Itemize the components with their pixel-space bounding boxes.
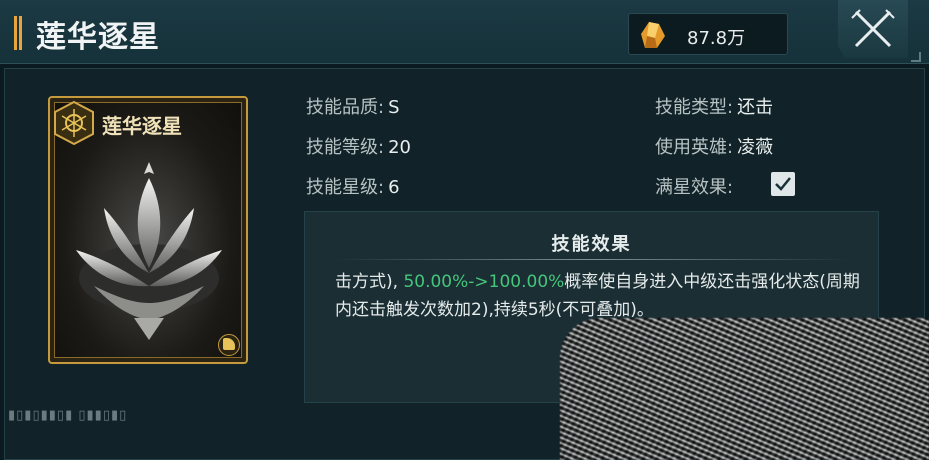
attr-type-value: 还击 [737,97,774,118]
obscured-overlay [560,318,929,460]
attr-level: 技能等级: 20 [306,133,411,159]
skill-card: 莲华逐星 [48,96,248,364]
title-bar: 莲华逐星 87.8万 [0,0,929,64]
footer-marks: ▮▯▮▯▮▮▯▮ ▯▮▮▯▮▯ [8,408,128,423]
attr-hero-value: 凌薇 [737,137,774,158]
hexagon-emblem-icon [54,100,94,146]
currency-display: 87.8万 [628,13,788,55]
attr-max-star: 满星效果: [655,173,733,199]
attr-level-value: 20 [388,137,411,158]
effect-description: 击方式), 50.00%->100.00%概率使自身进入中级还击强化状态(周期内… [335,268,860,324]
attr-quality-label: 技能品质: [306,97,385,118]
currency-amount: 87.8万 [687,28,746,49]
attr-star-value: 6 [388,177,400,198]
attr-hero-label: 使用英雄: [655,137,734,158]
crossed-swords-close-icon [851,9,895,48]
attr-star: 技能星级: 6 [306,173,400,199]
attr-level-label: 技能等级: [306,137,385,158]
title-accent-bar [14,16,22,50]
effect-text-before: 击方式), [335,272,399,292]
attr-type-label: 技能类型: [655,97,734,118]
attr-max-star-label: 满星效果: [655,177,734,198]
attr-hero: 使用英雄: 凌薇 [655,133,773,159]
max-star-checkbox[interactable] [771,172,795,196]
card-skill-name: 莲华逐星 [102,114,182,138]
page-title: 莲华逐星 [36,20,160,55]
effect-title: 技能效果 [551,234,632,255]
silver-lotus-illustration [76,162,222,340]
attr-quality: 技能品质: S [306,93,400,119]
panel-corner-decoration [911,52,921,62]
attr-type: 技能类型: 还击 [655,93,773,119]
effect-divider [335,259,850,260]
attr-star-label: 技能星级: [306,177,385,198]
gold-crystal-icon [641,22,665,48]
fist-icon [218,334,240,356]
effect-probability-highlight: 50.00%->100.00% [403,272,565,292]
checkmark-icon [775,177,791,191]
close-button[interactable] [838,0,908,58]
attr-quality-value: S [388,97,400,118]
